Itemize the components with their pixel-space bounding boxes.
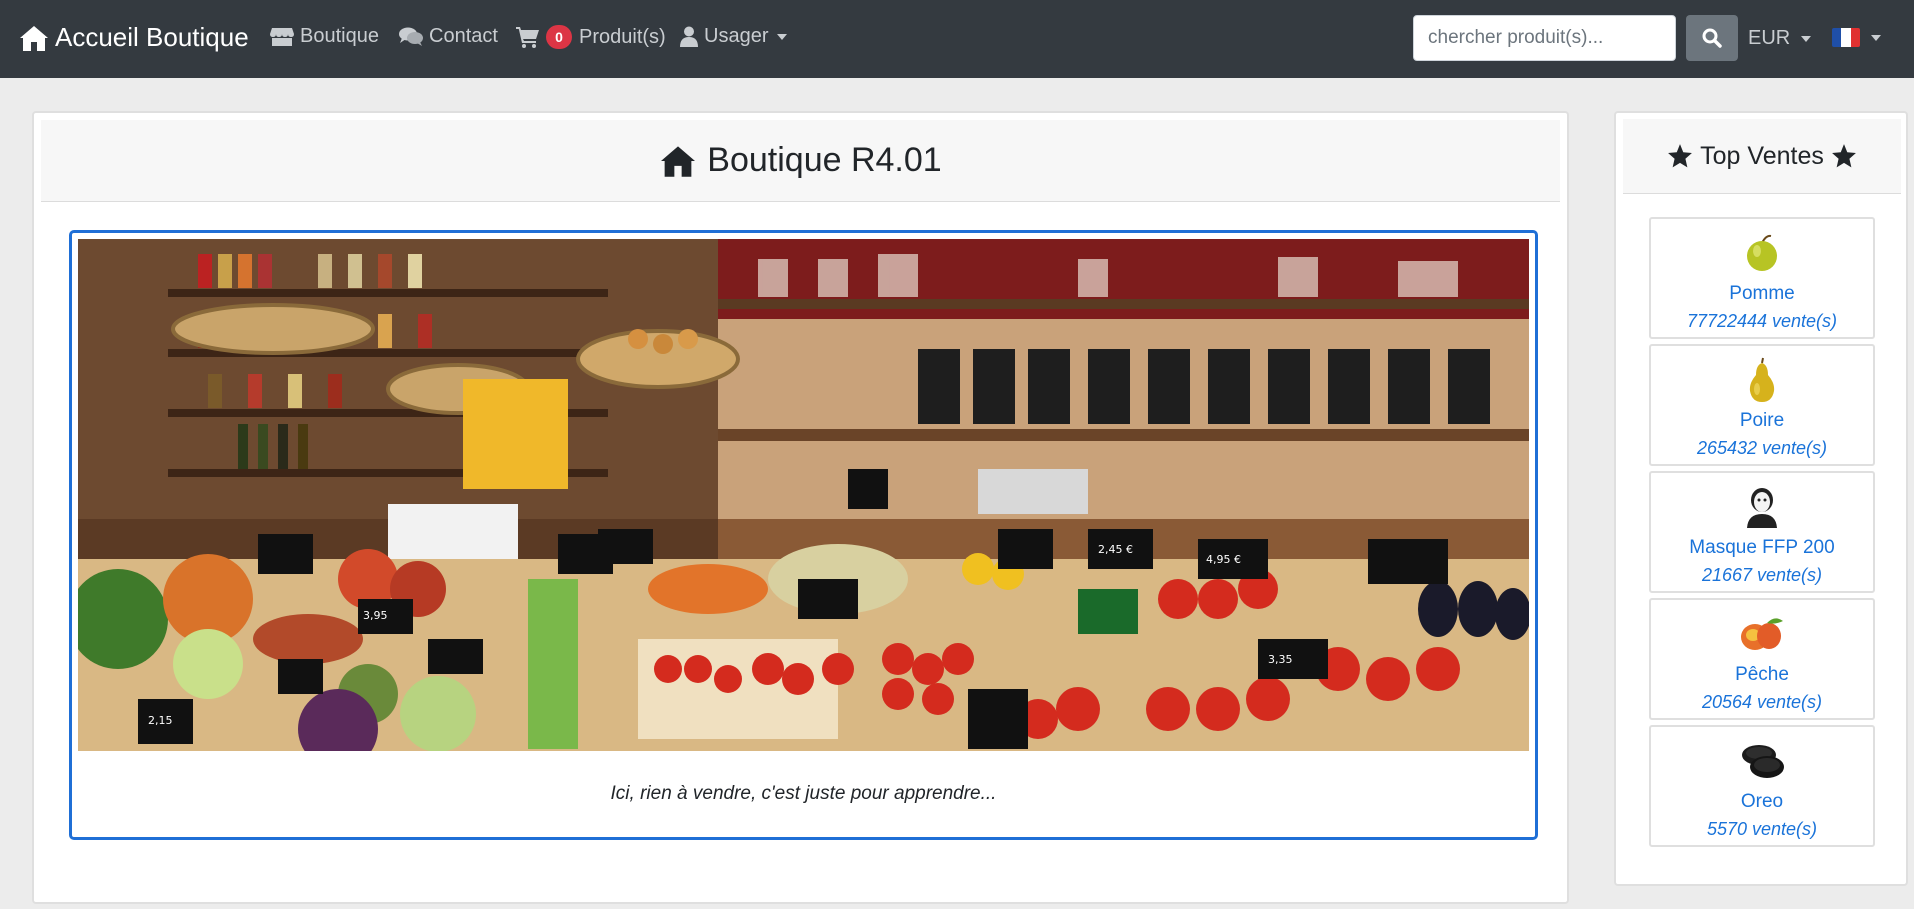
- chevron-down-icon: [1871, 34, 1881, 41]
- product-sales: 265432 vente(s): [1696, 438, 1828, 458]
- mask-icon: [1651, 481, 1873, 533]
- nav-contact-label: Contact: [429, 25, 498, 47]
- product-sales: 5570 vente(s): [1706, 819, 1818, 839]
- chevron-down-icon: [777, 33, 788, 40]
- currency-dropdown[interactable]: EUR: [1748, 27, 1812, 50]
- cart-icon: [516, 27, 539, 48]
- top-sale-item[interactable]: Oreo 5570 vente(s): [1649, 725, 1875, 847]
- page-title: Boutique R4.01: [707, 141, 942, 179]
- product-name[interactable]: Masque FFP 200: [1651, 537, 1873, 559]
- top-sale-item[interactable]: Pomme 77722444 vente(s): [1649, 217, 1875, 339]
- currency-label: EUR: [1748, 27, 1791, 49]
- fr-flag-icon: [1832, 28, 1860, 47]
- home-icon: [20, 25, 48, 51]
- peach-icon: [1651, 608, 1873, 660]
- product-sales: 77722444 vente(s): [1686, 311, 1838, 331]
- product-name[interactable]: Pomme: [1651, 283, 1873, 305]
- brand-label: Accueil Boutique: [55, 22, 249, 52]
- search-icon: [1702, 28, 1722, 48]
- top-sales-header: Top Ventes: [1623, 119, 1901, 194]
- home-icon: [661, 145, 696, 177]
- top-sale-item[interactable]: Masque FFP 200 21667 vente(s): [1649, 471, 1875, 593]
- nav-user-dropdown[interactable]: Usager: [680, 25, 788, 48]
- banner-caption: Ici, rien à vendre, c'est juste pour app…: [610, 783, 997, 804]
- product-name[interactable]: Oreo: [1651, 791, 1873, 813]
- main-card: Boutique R4.01 4,95 € 2,45 € 3,35 3,95 2…: [32, 111, 1569, 904]
- product-sales: 21667 vente(s): [1701, 565, 1823, 585]
- product-name[interactable]: Poire: [1651, 410, 1873, 432]
- user-icon: [680, 26, 698, 47]
- main-card-header: Boutique R4.01: [41, 120, 1560, 202]
- product-sales: 20564 vente(s): [1701, 692, 1823, 712]
- nav-contact[interactable]: Contact: [399, 25, 498, 48]
- nav-user-label: Usager: [704, 25, 769, 47]
- banner-card: 4,95 € 2,45 € 3,35 3,95 2,15 Ici, rien à ve…: [69, 230, 1538, 840]
- chevron-down-icon: [1801, 35, 1812, 42]
- nav-boutique[interactable]: Boutique: [270, 25, 379, 48]
- product-name[interactable]: Pêche: [1651, 664, 1873, 686]
- svg-text:3,95: 3,95: [363, 609, 388, 622]
- store-icon: [270, 27, 294, 46]
- comments-icon: [399, 27, 423, 46]
- svg-text:4,95 €: 4,95 €: [1206, 553, 1241, 566]
- search-button[interactable]: [1686, 15, 1738, 61]
- pear-icon: [1651, 354, 1873, 406]
- search-input[interactable]: [1413, 15, 1676, 61]
- nav-boutique-label: Boutique: [300, 25, 379, 47]
- cookie-icon: [1651, 735, 1873, 787]
- cart-count-badge: 0: [546, 25, 572, 49]
- brand-link[interactable]: Accueil Boutique: [19, 22, 249, 53]
- nav-cart-label: Produit(s): [579, 25, 666, 48]
- top-sales-title: Top Ventes: [1700, 141, 1824, 170]
- apple-icon: [1651, 227, 1873, 279]
- star-icon: [1668, 144, 1693, 168]
- svg-text:2,45 €: 2,45 €: [1098, 543, 1133, 556]
- top-navbar: Accueil Boutique Boutique Contact 0 Prod…: [0, 0, 1914, 78]
- top-sale-item[interactable]: Pêche 20564 vente(s): [1649, 598, 1875, 720]
- svg-text:3,35: 3,35: [1268, 653, 1293, 666]
- top-sale-item[interactable]: Poire 265432 vente(s): [1649, 344, 1875, 466]
- top-sales-card: Top Ventes Pomme 77722444 vente(s) Poire…: [1614, 111, 1908, 886]
- nav-cart[interactable]: 0 Produit(s): [516, 25, 666, 49]
- shop-banner-image: 4,95 € 2,45 € 3,35 3,95 2,15: [78, 239, 1529, 751]
- svg-text:2,15: 2,15: [148, 714, 173, 727]
- star-icon: [1831, 144, 1856, 168]
- language-dropdown[interactable]: [1832, 28, 1881, 47]
